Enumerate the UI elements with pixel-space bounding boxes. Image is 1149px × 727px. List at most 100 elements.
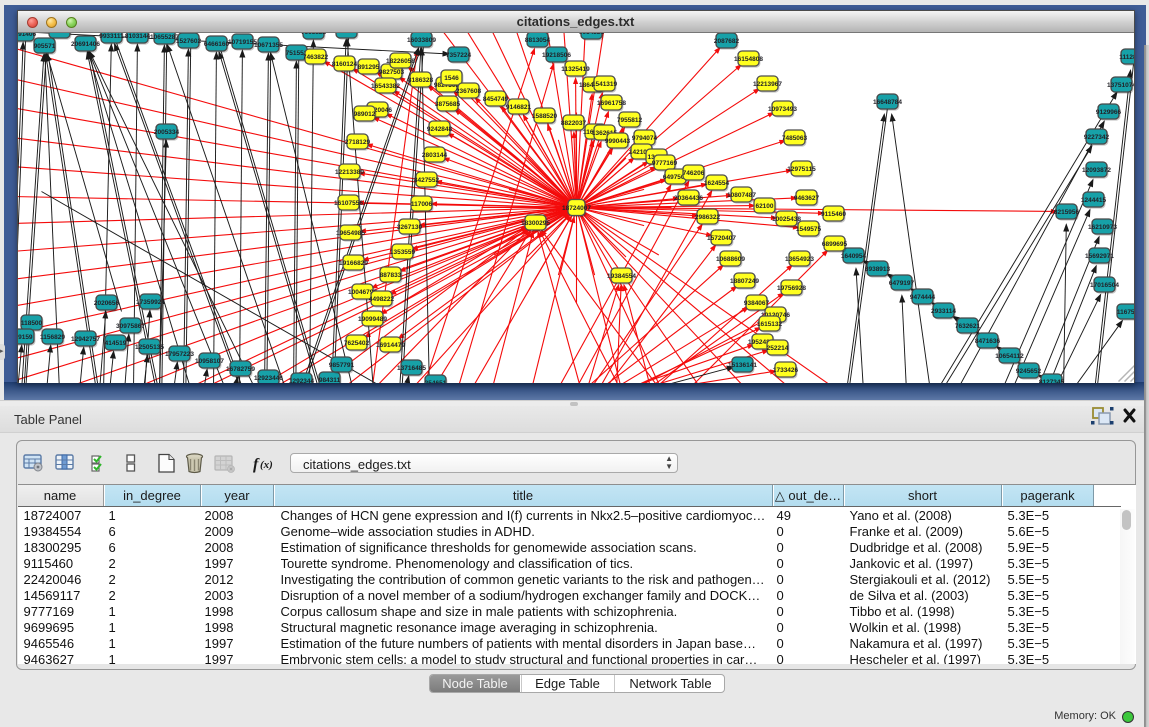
svg-text:19218506: 19218506: [542, 52, 571, 59]
svg-text:6466160: 6466160: [203, 41, 229, 48]
svg-text:16782759: 16782759: [226, 366, 255, 373]
svg-text:912842: 912842: [48, 33, 70, 35]
svg-text:9227342: 9227342: [1083, 134, 1109, 141]
svg-text:2803144: 2803144: [421, 152, 447, 159]
svg-text:16154808: 16154808: [734, 56, 763, 63]
svg-text:17957223: 17957223: [165, 351, 194, 358]
svg-text:9990443: 9990443: [604, 138, 630, 145]
svg-text:7357224: 7357224: [445, 52, 471, 59]
svg-text:20691406: 20691406: [71, 41, 100, 48]
svg-text:20364436: 20364436: [674, 195, 703, 202]
svg-text:9242848: 9242848: [426, 126, 452, 133]
svg-text:17359924: 17359924: [136, 299, 165, 306]
svg-text:905571: 905571: [33, 43, 55, 50]
svg-text:7625402: 7625402: [343, 340, 369, 347]
svg-text:8127345: 8127345: [1038, 379, 1064, 383]
svg-text:1244415: 1244415: [1080, 197, 1106, 204]
svg-text:9146821: 9146821: [505, 104, 531, 111]
svg-text:984311: 984311: [318, 377, 340, 383]
svg-text:9794074: 9794074: [631, 135, 657, 142]
svg-text:16210973: 16210973: [1088, 224, 1117, 231]
svg-text:9474444: 9474444: [909, 294, 935, 301]
svg-text:1112843: 1112843: [1119, 54, 1134, 61]
svg-text:6899695: 6899695: [821, 241, 847, 248]
svg-text:1615132: 1615132: [756, 321, 782, 328]
svg-text:8841577: 8841577: [333, 33, 359, 35]
svg-text:12213967: 12213967: [753, 81, 782, 88]
svg-text:1546: 1546: [444, 75, 459, 82]
svg-text:19099489: 19099489: [358, 316, 387, 323]
svg-text:17016504: 17016504: [1090, 282, 1119, 289]
svg-text:8454749: 8454749: [482, 96, 508, 103]
svg-text:10025438: 10025438: [772, 216, 801, 223]
svg-text:30975867: 30975867: [116, 323, 145, 330]
svg-text:7463822: 7463822: [302, 54, 328, 61]
svg-text:12923446: 12923446: [254, 375, 283, 382]
svg-text:1588520: 1588520: [531, 113, 557, 120]
svg-text:1527602: 1527602: [175, 38, 201, 45]
svg-text:9463627: 9463627: [793, 195, 819, 202]
svg-text:(x): (x): [260, 459, 273, 471]
svg-text:1640954: 1640954: [840, 253, 866, 260]
svg-text:19166829: 19166829: [339, 260, 368, 267]
svg-text:39159: 39159: [18, 334, 33, 341]
svg-text:3267130: 3267130: [396, 224, 422, 231]
svg-text:1156829: 1156829: [40, 334, 65, 341]
svg-text:9777169: 9777169: [651, 160, 677, 167]
svg-text:2986322: 2986322: [694, 214, 720, 221]
svg-text:746206: 746206: [682, 170, 704, 177]
svg-text:13751074: 13751074: [1107, 82, 1134, 89]
svg-text:16961758: 16961758: [597, 100, 626, 107]
svg-text:4498222: 4498222: [368, 296, 394, 303]
svg-text:16914479: 16914479: [376, 342, 405, 349]
svg-text:9245652: 9245652: [1015, 368, 1041, 375]
svg-text:8938913: 8938913: [864, 266, 890, 273]
svg-text:6479197: 6479197: [888, 280, 914, 287]
svg-text:3875685: 3875685: [434, 101, 460, 108]
svg-text:2718129: 2718129: [344, 139, 370, 146]
svg-text:62100: 62100: [755, 203, 773, 210]
svg-text:117006: 117006: [410, 201, 432, 208]
svg-text:8186328: 8186328: [407, 77, 433, 84]
svg-text:8103144: 8103144: [124, 33, 150, 40]
svg-text:9384067: 9384067: [743, 300, 769, 307]
svg-text:254651: 254651: [424, 380, 446, 383]
svg-text:1353559: 1353559: [389, 249, 415, 256]
svg-text:116753: 116753: [1116, 309, 1133, 316]
svg-text:8427552: 8427552: [413, 177, 439, 184]
svg-text:1549575: 1549575: [795, 226, 821, 233]
svg-text:18807249: 18807249: [730, 278, 759, 285]
svg-text:7485063: 7485063: [781, 135, 807, 142]
svg-text:10958107: 10958107: [195, 358, 224, 365]
svg-text:8822037: 8822037: [560, 120, 586, 127]
svg-text:10671355: 10671355: [254, 42, 283, 49]
svg-text:10688609: 10688609: [716, 256, 745, 263]
svg-text:7632621: 7632621: [954, 323, 980, 330]
svg-text:18226058: 18226058: [386, 58, 415, 65]
svg-text:9129966: 9129966: [1095, 109, 1121, 116]
svg-text:8813054: 8813054: [524, 37, 550, 44]
svg-text:9827503: 9827503: [378, 69, 404, 76]
svg-text:12213389: 12213389: [335, 169, 364, 176]
svg-text:15720407: 15720407: [707, 235, 736, 242]
svg-text:15136141: 15136141: [728, 362, 757, 369]
svg-text:13716485: 13716485: [397, 365, 426, 372]
svg-text:12975115: 12975115: [787, 166, 816, 173]
svg-text:891295: 891295: [357, 64, 379, 71]
svg-text:12942757: 12942757: [71, 336, 100, 343]
svg-text:118500: 118500: [20, 320, 42, 327]
svg-text:10719155: 10719155: [228, 39, 257, 46]
svg-text:2020656: 2020656: [93, 300, 119, 307]
svg-text:2087682: 2087682: [713, 38, 739, 45]
svg-text:19384554: 19384554: [607, 273, 636, 280]
svg-text:16107556: 16107556: [334, 200, 363, 207]
svg-text:16033809: 16033809: [407, 37, 436, 44]
svg-text:18724007: 18724007: [562, 205, 591, 212]
svg-text:2005334: 2005334: [153, 129, 179, 136]
svg-text:1733426: 1733426: [772, 367, 798, 374]
svg-text:7663822: 7663822: [300, 33, 326, 36]
svg-text:19654985: 19654985: [336, 230, 365, 237]
svg-text:9115460: 9115460: [821, 211, 846, 218]
svg-text:15692971: 15692971: [1085, 253, 1114, 260]
svg-text:12505135: 12505135: [135, 344, 164, 351]
